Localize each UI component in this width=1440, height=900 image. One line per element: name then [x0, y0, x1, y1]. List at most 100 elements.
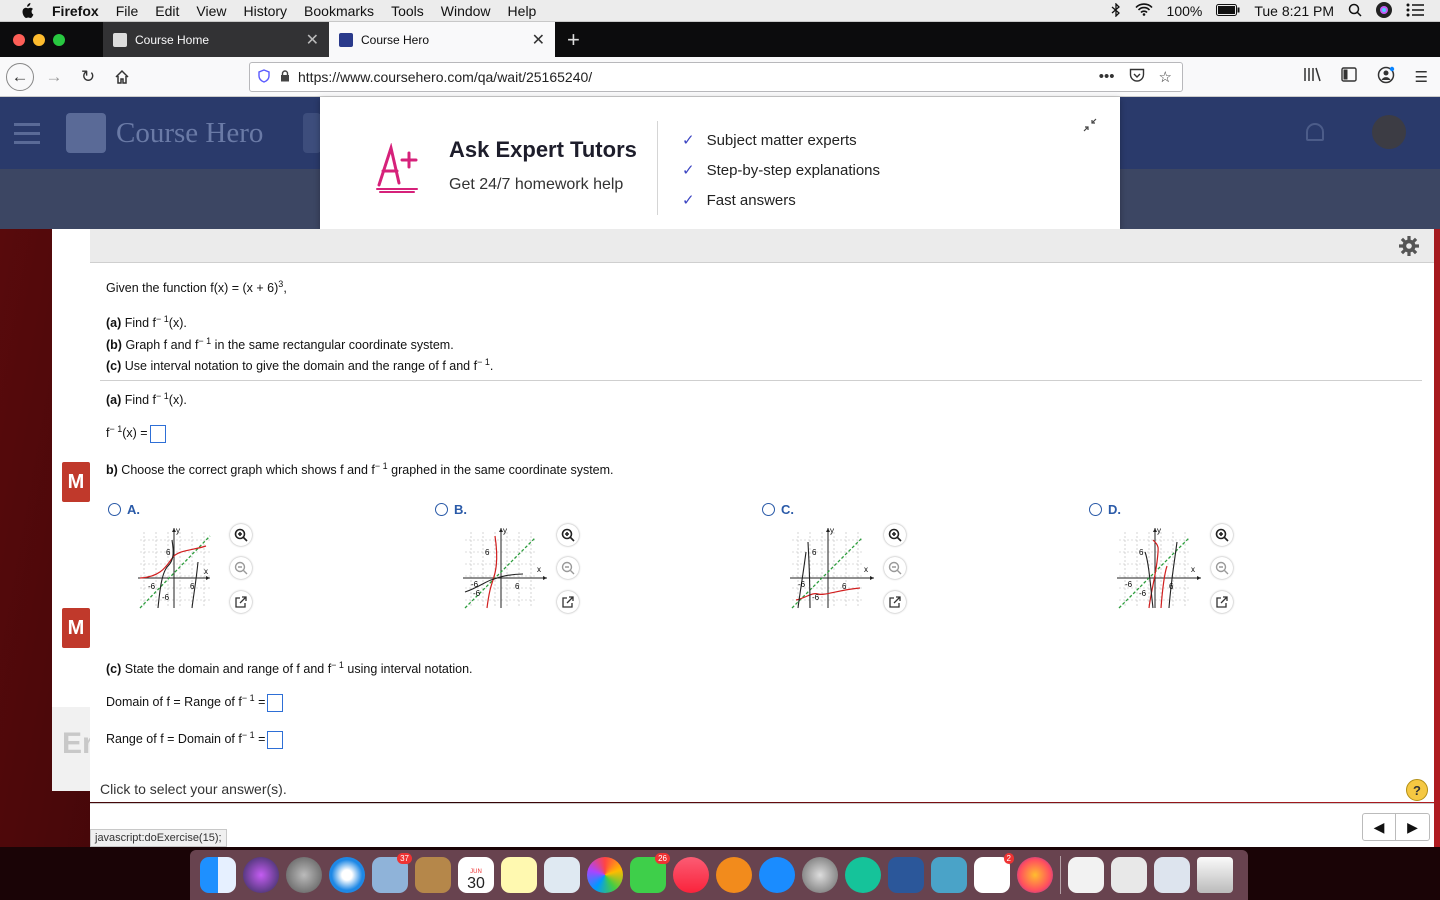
menu-tools[interactable]: Tools — [391, 3, 424, 19]
facetime-icon[interactable]: 26 — [630, 853, 670, 893]
account-icon[interactable] — [1377, 66, 1395, 88]
close-tab-icon[interactable]: ✕ — [306, 30, 319, 50]
tab-course-hero[interactable]: Course Hero ✕ — [329, 22, 555, 57]
option-d[interactable]: D. — [1089, 502, 1121, 517]
menu-edit[interactable]: Edit — [155, 3, 179, 19]
menu-file[interactable]: File — [116, 3, 139, 19]
zoom-in-icon[interactable] — [230, 524, 252, 546]
menu-view[interactable]: View — [196, 3, 226, 19]
notification-bell-icon[interactable] — [1306, 123, 1324, 141]
menubar-clock[interactable]: Tue 8:21 PM — [1254, 3, 1334, 19]
library-icon[interactable] — [1303, 67, 1321, 86]
zoom-out-icon[interactable] — [884, 557, 906, 579]
bluetooth-icon[interactable] — [1111, 1, 1121, 20]
zoom-window-button[interactable] — [53, 33, 65, 46]
graph-option-a[interactable]: y x 6 6 -6 -6 — [134, 522, 214, 612]
home-icon[interactable] — [108, 63, 136, 91]
sidebar-icon[interactable] — [1340, 67, 1357, 86]
option-c[interactable]: C. — [762, 502, 794, 517]
new-tab-plus-icon[interactable]: + — [567, 27, 580, 53]
apple-icon[interactable] — [20, 2, 34, 19]
contacts-icon[interactable] — [415, 857, 451, 893]
option-d-radio[interactable] — [1089, 503, 1102, 516]
word-icon[interactable] — [888, 857, 924, 893]
zoom-out-icon[interactable] — [1211, 557, 1233, 579]
graph-option-c[interactable]: y x 6 6 -6 -6 — [788, 522, 876, 612]
option-c-radio[interactable] — [762, 503, 775, 516]
coursehero-logo[interactable]: Course Hero — [66, 113, 263, 153]
notes-icon[interactable] — [501, 857, 537, 893]
safari-icon[interactable] — [329, 857, 365, 893]
gear-icon[interactable] — [1398, 235, 1420, 262]
battery-icon[interactable] — [1216, 3, 1240, 19]
option-b[interactable]: B. — [435, 502, 467, 517]
graph-option-d[interactable]: y x 6 6 -6 -6 — [1115, 522, 1203, 612]
maps-icon[interactable] — [544, 857, 580, 893]
battery-percent[interactable]: 100% — [1167, 3, 1203, 19]
preview-icon[interactable] — [1154, 857, 1190, 893]
grammarly-icon[interactable] — [845, 857, 881, 893]
music-icon[interactable] — [673, 857, 709, 893]
inverse-function-answer-input[interactable] — [149, 424, 166, 443]
finder-icon[interactable] — [200, 857, 236, 893]
close-tab-icon[interactable]: ✕ — [532, 30, 545, 50]
trash-icon[interactable] — [1197, 857, 1233, 893]
minimize-popup-icon[interactable] — [1082, 117, 1098, 136]
minimize-window-button[interactable] — [33, 33, 45, 46]
domain-answer-input[interactable] — [267, 693, 284, 712]
hamburger-icon[interactable] — [14, 123, 40, 150]
zoom-in-icon[interactable] — [884, 524, 906, 546]
photos-icon[interactable] — [587, 857, 623, 893]
popout-icon[interactable] — [1211, 591, 1233, 613]
popout-icon[interactable] — [230, 591, 252, 613]
system-preferences-icon[interactable] — [802, 857, 838, 893]
hamburger-menu-icon[interactable]: ☰ — [1415, 68, 1428, 86]
spotlight-icon[interactable] — [1348, 3, 1362, 20]
mail-stamp-icon[interactable]: 37 — [372, 853, 412, 893]
document-icon[interactable] — [1068, 857, 1104, 893]
zoom-in-icon[interactable] — [557, 524, 579, 546]
zoom-out-icon[interactable] — [557, 557, 579, 579]
url-text[interactable]: https://www.coursehero.com/qa/wait/25165… — [298, 69, 592, 85]
range-answer-input[interactable] — [267, 730, 284, 749]
firefox-icon[interactable] — [1017, 857, 1053, 893]
menu-history[interactable]: History — [243, 3, 287, 19]
menu-bookmarks[interactable]: Bookmarks — [304, 3, 374, 19]
back-arrow-icon[interactable]: ← — [6, 62, 34, 91]
pocket-icon[interactable] — [1129, 68, 1145, 87]
menu-help[interactable]: Help — [508, 3, 537, 19]
siri-icon[interactable] — [1376, 1, 1392, 21]
notification-center-icon[interactable] — [1406, 3, 1424, 20]
next-arrow-icon[interactable]: ▶ — [1396, 814, 1429, 840]
menu-app-name[interactable]: Firefox — [52, 3, 99, 19]
option-a-radio[interactable] — [108, 503, 121, 516]
zoom-out-icon[interactable] — [230, 557, 252, 579]
page-actions-icon[interactable]: ••• — [1099, 68, 1115, 87]
app-store-icon[interactable] — [759, 857, 795, 893]
books-icon[interactable] — [716, 857, 752, 893]
reminders-icon[interactable]: 2 — [974, 853, 1014, 893]
tab-course-home[interactable]: Course Home ✕ — [103, 22, 329, 57]
close-window-button[interactable] — [13, 33, 25, 46]
wifi-icon[interactable] — [1134, 3, 1153, 19]
option-a[interactable]: A. — [108, 502, 140, 517]
graph-option-b[interactable]: y x 6 6 -6 -6 — [461, 522, 549, 612]
forward-arrow-icon[interactable]: → — [40, 63, 68, 91]
tracking-shield-icon[interactable] — [258, 68, 270, 86]
avatar[interactable] — [1372, 115, 1406, 149]
popout-icon[interactable] — [557, 591, 579, 613]
help-button[interactable]: ? — [1406, 779, 1428, 801]
secure-lock-icon[interactable] — [280, 69, 290, 85]
launchpad-icon[interactable] — [286, 857, 322, 893]
zoom-in-icon[interactable] — [1211, 524, 1233, 546]
coursehero-search-button[interactable] — [303, 113, 321, 153]
option-b-radio[interactable] — [435, 503, 448, 516]
calendar-icon[interactable]: JUN 30 — [458, 857, 494, 893]
reload-icon[interactable]: ↻ — [74, 63, 102, 91]
menu-window[interactable]: Window — [441, 3, 491, 19]
popout-icon[interactable] — [884, 591, 906, 613]
previous-arrow-icon[interactable]: ◀ — [1363, 814, 1396, 840]
kindle-icon[interactable] — [931, 857, 967, 893]
screenshot-stack-icon[interactable] — [1111, 857, 1147, 893]
address-bar[interactable]: https://www.coursehero.com/qa/wait/25165… — [249, 62, 1183, 92]
